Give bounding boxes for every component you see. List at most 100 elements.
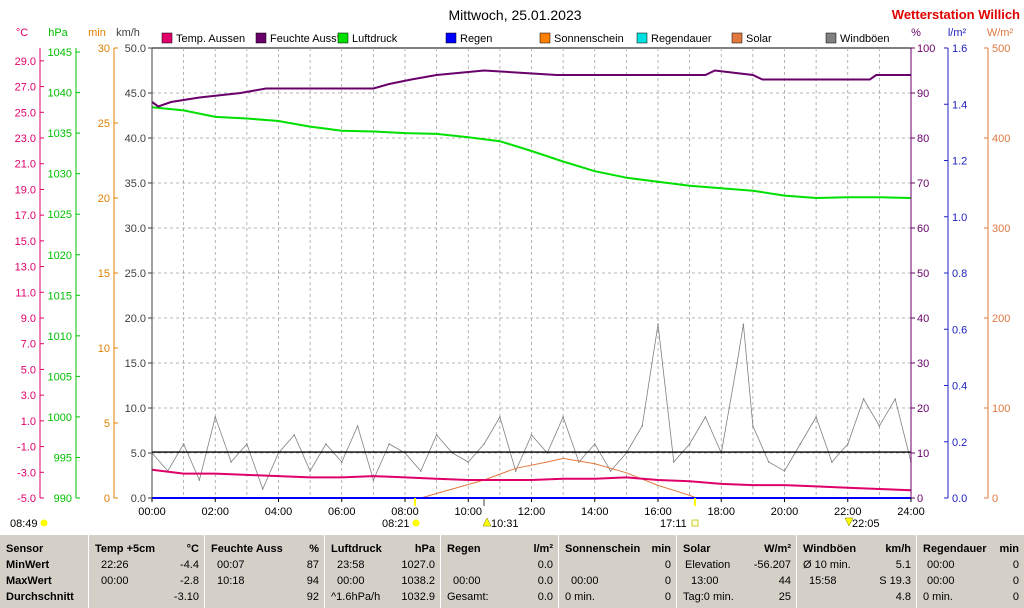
stats-temp-max-time: 00:00	[101, 575, 129, 587]
axis-label-pressure-9: 1000	[48, 412, 72, 424]
stats-panel: Sensor MinWert MaxWert Durchschnitt Temp…	[0, 535, 1024, 608]
axis-label-temp-4: 21.0	[15, 159, 36, 171]
axis-label-minutes-2: 20	[98, 193, 110, 205]
axis-label-humidity-2: 80	[917, 133, 929, 145]
axis-label-humidity-1: 90	[917, 88, 929, 100]
time-label-0: 00:00	[138, 506, 166, 518]
stats-row-label-avg: Durchschnitt	[6, 591, 74, 603]
stats-header-raindur: Regendauer	[923, 543, 987, 555]
stats-header-temp: Temp +5cm	[95, 543, 156, 555]
axis-label-solar-0: 500	[992, 43, 1010, 55]
axis-label-temp-3: 23.0	[15, 133, 36, 145]
stats-pressure-max-time: 00:00	[337, 575, 365, 587]
moonrise-time: 08:49	[10, 518, 38, 530]
axis-label-rain-7: 0.2	[952, 437, 967, 449]
stats-wind-avg10: 5.1	[895, 559, 911, 571]
axis-unit-pressure: hPa	[48, 27, 68, 39]
moonrise-icon	[40, 519, 48, 527]
stats-unit-sunshine: min	[651, 543, 671, 555]
axis-label-humidity-4: 60	[917, 223, 929, 235]
stats-pressure-min: 1027.0	[401, 559, 435, 571]
axis-label-minutes-0: 30	[98, 43, 110, 55]
axis-label-wind-1: 45.0	[125, 88, 146, 100]
axis-label-pressure-11: 990	[54, 493, 72, 505]
axis-label-humidity-9: 10	[917, 448, 929, 460]
axis-label-wind-10: 0.0	[131, 493, 146, 505]
axis-label-pressure-10: 995	[54, 452, 72, 464]
axis-label-rain-4: 0.8	[952, 268, 967, 280]
time-label-5: 10:00	[454, 506, 482, 518]
time-label-11: 22:00	[834, 506, 862, 518]
axis-label-rain-1: 1.4	[952, 99, 967, 111]
stats-rain-max: 0.0	[537, 575, 553, 587]
stats-sunshine-max-time: 00:00	[571, 575, 599, 587]
axis-label-temp-12: 5.0	[21, 364, 36, 376]
axis-label-humidity-0: 100	[917, 43, 935, 55]
axis-label-wind-8: 10.0	[125, 403, 146, 415]
stats-humidity-max-time: 10:18	[217, 575, 245, 587]
axis-label-pressure-0: 1045	[48, 47, 72, 59]
axis-label-temp-8: 13.0	[15, 262, 36, 274]
stats-sunshine-total: 0	[664, 591, 671, 603]
stats-humidity-max: 94	[306, 575, 319, 587]
axis-label-wind-2: 40.0	[125, 133, 146, 145]
axis-label-humidity-3: 70	[917, 178, 929, 190]
axis-label-minutes-6: 0	[104, 493, 110, 505]
axis-label-temp-5: 19.0	[15, 184, 36, 196]
time-label-10: 20:00	[771, 506, 799, 518]
axis-unit-rain: l/m²	[948, 27, 967, 39]
stats-raindur-min: 0	[1012, 559, 1019, 571]
sunrise-time: 08:21	[382, 518, 410, 530]
axis-label-rain-2: 1.2	[952, 156, 967, 168]
legend-swatch-4	[539, 32, 551, 44]
legend-label-2: Luftdruck	[352, 33, 398, 45]
stats-pressure-avg: 1032.9	[401, 591, 435, 603]
axis-label-solar-4: 100	[992, 403, 1010, 415]
stats-row-label-max: MaxWert	[6, 575, 52, 587]
sunrise-icon	[412, 519, 420, 527]
axis-label-minutes-1: 25	[98, 118, 110, 130]
stats-header-humidity: Feuchte Auss	[211, 543, 283, 555]
stats-solar-max-time: 13:00	[691, 575, 719, 587]
time-label-12: 24:00	[897, 506, 925, 518]
axis-unit-temp: °C	[16, 27, 28, 39]
axis-label-temp-13: 3.0	[21, 390, 36, 402]
weather-chart: Mittwoch, 25.01.2023 Wetterstation Willi…	[10, 7, 1020, 530]
time-label-7: 14:00	[581, 506, 609, 518]
axis-label-solar-5: 0	[992, 493, 998, 505]
axis-label-humidity-8: 20	[917, 403, 929, 415]
time-label-8: 16:00	[644, 506, 672, 518]
axis-label-pressure-3: 1030	[48, 169, 72, 181]
axis-label-humidity-5: 50	[917, 268, 929, 280]
stats-sunshine-min: 0	[664, 559, 671, 571]
legend-swatch-3	[445, 32, 457, 44]
axis-label-temp-6: 17.0	[15, 210, 36, 222]
stats-solar-day-label: Tag:0 min.	[683, 591, 734, 603]
legend-label-4: Sonnenschein	[554, 33, 624, 45]
axis-label-rain-5: 0.6	[952, 324, 967, 336]
axis-label-temp-2: 25.0	[15, 107, 36, 119]
stats-unit-wind: km/h	[885, 543, 911, 555]
axis-label-minutes-3: 15	[98, 268, 110, 280]
time-label-1: 02:00	[201, 506, 229, 518]
stats-header-wind: Windböen	[803, 543, 857, 555]
axis-label-temp-1: 27.0	[15, 82, 36, 94]
legend-label-1: Feuchte Auss*	[270, 33, 342, 45]
stats-col-pressure: Luftdruck hPa 23:58 1027.0 00:00 1038.2 ^1.…	[324, 535, 441, 608]
moonset-time: 22:05	[852, 518, 880, 530]
legend-swatch-2	[337, 32, 349, 44]
stats-col-sensor: Sensor MinWert MaxWert Durchschnitt	[0, 535, 88, 608]
axis-label-wind-0: 50.0	[125, 43, 146, 55]
stats-temp-max: -2.8	[180, 575, 199, 587]
stats-humidity-min: 87	[306, 559, 319, 571]
stats-solar-elevation-label: Elevation	[685, 559, 731, 571]
stats-unit-temp: °C	[186, 543, 199, 555]
time-label-3: 06:00	[328, 506, 356, 518]
stats-raindur-total-label: 0 min.	[923, 591, 953, 603]
axis-label-wind-9: 5.0	[131, 448, 146, 460]
time-label-9: 18:00	[707, 506, 735, 518]
axis-label-rain-0: 1.6	[952, 43, 967, 55]
legend-swatch-1	[255, 32, 267, 44]
axis-label-wind-5: 25.0	[125, 268, 146, 280]
axis-label-minutes-4: 10	[98, 343, 110, 355]
